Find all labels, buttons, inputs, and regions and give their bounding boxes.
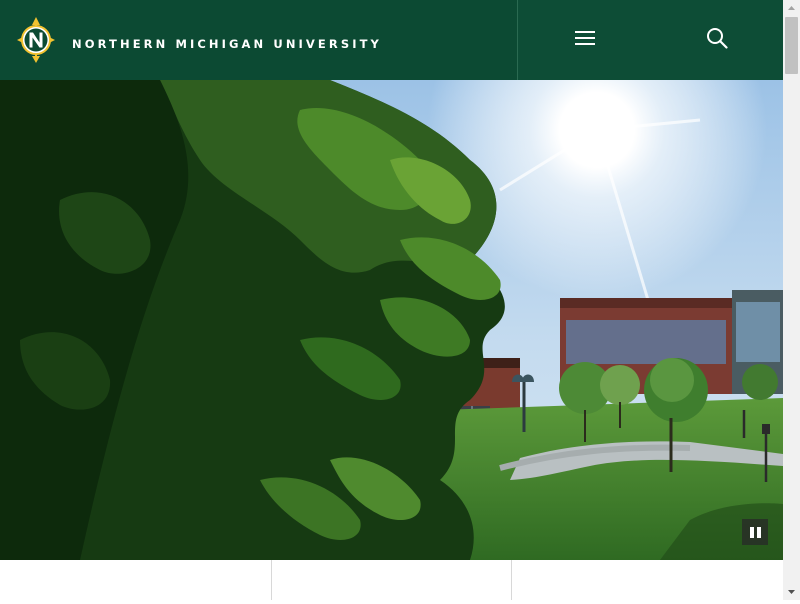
university-logo-icon[interactable] <box>16 16 56 64</box>
menu-button[interactable] <box>517 0 652 80</box>
hero-video <box>0 80 783 560</box>
pause-video-button[interactable] <box>742 519 768 545</box>
scroll-down-arrow-icon[interactable] <box>783 583 800 600</box>
university-name[interactable]: NORTHERN MICHIGAN UNIVERSITY <box>72 37 382 51</box>
vertical-scrollbar[interactable] <box>783 0 800 600</box>
search-button[interactable] <box>650 0 783 80</box>
hamburger-menu-icon <box>574 29 596 51</box>
feature-cards <box>0 560 783 600</box>
search-icon <box>706 27 728 53</box>
site-header: NORTHERN MICHIGAN UNIVERSITY <box>0 0 783 80</box>
campus-hero-image <box>0 80 783 560</box>
scroll-up-arrow-icon[interactable] <box>783 0 800 17</box>
feature-card[interactable] <box>0 560 272 600</box>
feature-card[interactable] <box>512 560 783 600</box>
scrollbar-thumb[interactable] <box>785 17 798 74</box>
page: NORTHERN MICHIGAN UNIVERSITY <box>0 0 783 600</box>
pause-icon-bar-right <box>756 526 761 538</box>
feature-card[interactable] <box>272 560 512 600</box>
pause-icon-bar-left <box>749 526 754 538</box>
